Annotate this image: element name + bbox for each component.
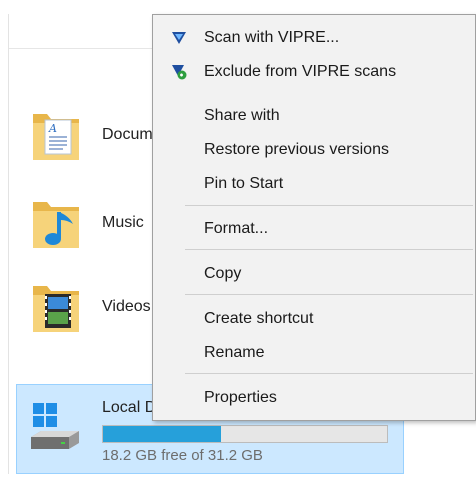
menu-item-restore-previous-versions[interactable]: Restore previous versions — [153, 135, 475, 165]
menu-item-label: Properties — [204, 389, 277, 406]
menu-item-label: Share with — [204, 107, 280, 124]
menu-separator — [185, 294, 473, 295]
drive-usage-bar — [102, 425, 388, 443]
videos-folder-label: Videos — [102, 298, 151, 315]
music-folder-icon — [33, 202, 79, 248]
vipre-scan-icon — [172, 32, 186, 44]
menu-item-label: Exclude from VIPRE scans — [204, 63, 397, 80]
documents-folder-label: Docum — [102, 126, 153, 143]
menu-item-format[interactable]: Format... — [153, 214, 475, 244]
menu-item-exclude-from-vipre[interactable]: Exclude from VIPRE scans — [153, 57, 475, 87]
menu-item-pin-to-start[interactable]: Pin to Start — [153, 169, 475, 199]
documents-folder-icon: A — [33, 114, 79, 160]
menu-item-copy[interactable]: Copy — [153, 259, 475, 289]
svg-text:A: A — [48, 122, 57, 135]
menu-item-properties[interactable]: Properties — [153, 383, 475, 413]
menu-item-scan-with-vipre[interactable]: Scan with VIPRE... — [153, 23, 475, 53]
context-menu: Scan with VIPRE... Exclude from VIPRE sc… — [152, 14, 476, 421]
menu-item-label: Restore previous versions — [204, 141, 389, 158]
menu-item-rename[interactable]: Rename — [153, 338, 475, 368]
drive-label: Local D — [102, 399, 157, 416]
menu-item-create-shortcut[interactable]: Create shortcut — [153, 304, 475, 334]
drive-free-space-text: 18.2 GB free of 31.2 GB — [102, 447, 263, 464]
vipre-exclude-icon — [172, 65, 187, 80]
videos-folder-icon — [33, 286, 79, 332]
windows-drive-icon — [31, 403, 79, 449]
menu-separator — [185, 373, 473, 374]
menu-item-share-with[interactable]: Share with — [153, 101, 475, 131]
menu-item-label: Pin to Start — [204, 175, 284, 192]
menu-item-label: Create shortcut — [204, 310, 314, 327]
menu-item-label: Copy — [204, 265, 242, 282]
menu-separator — [185, 249, 473, 250]
menu-item-label: Scan with VIPRE... — [204, 29, 340, 46]
drive-usage-bar-fill — [103, 426, 222, 442]
menu-item-label: Rename — [204, 344, 265, 361]
menu-item-label: Format... — [204, 220, 269, 237]
menu-separator — [185, 205, 473, 206]
music-folder-label: Music — [102, 214, 144, 231]
